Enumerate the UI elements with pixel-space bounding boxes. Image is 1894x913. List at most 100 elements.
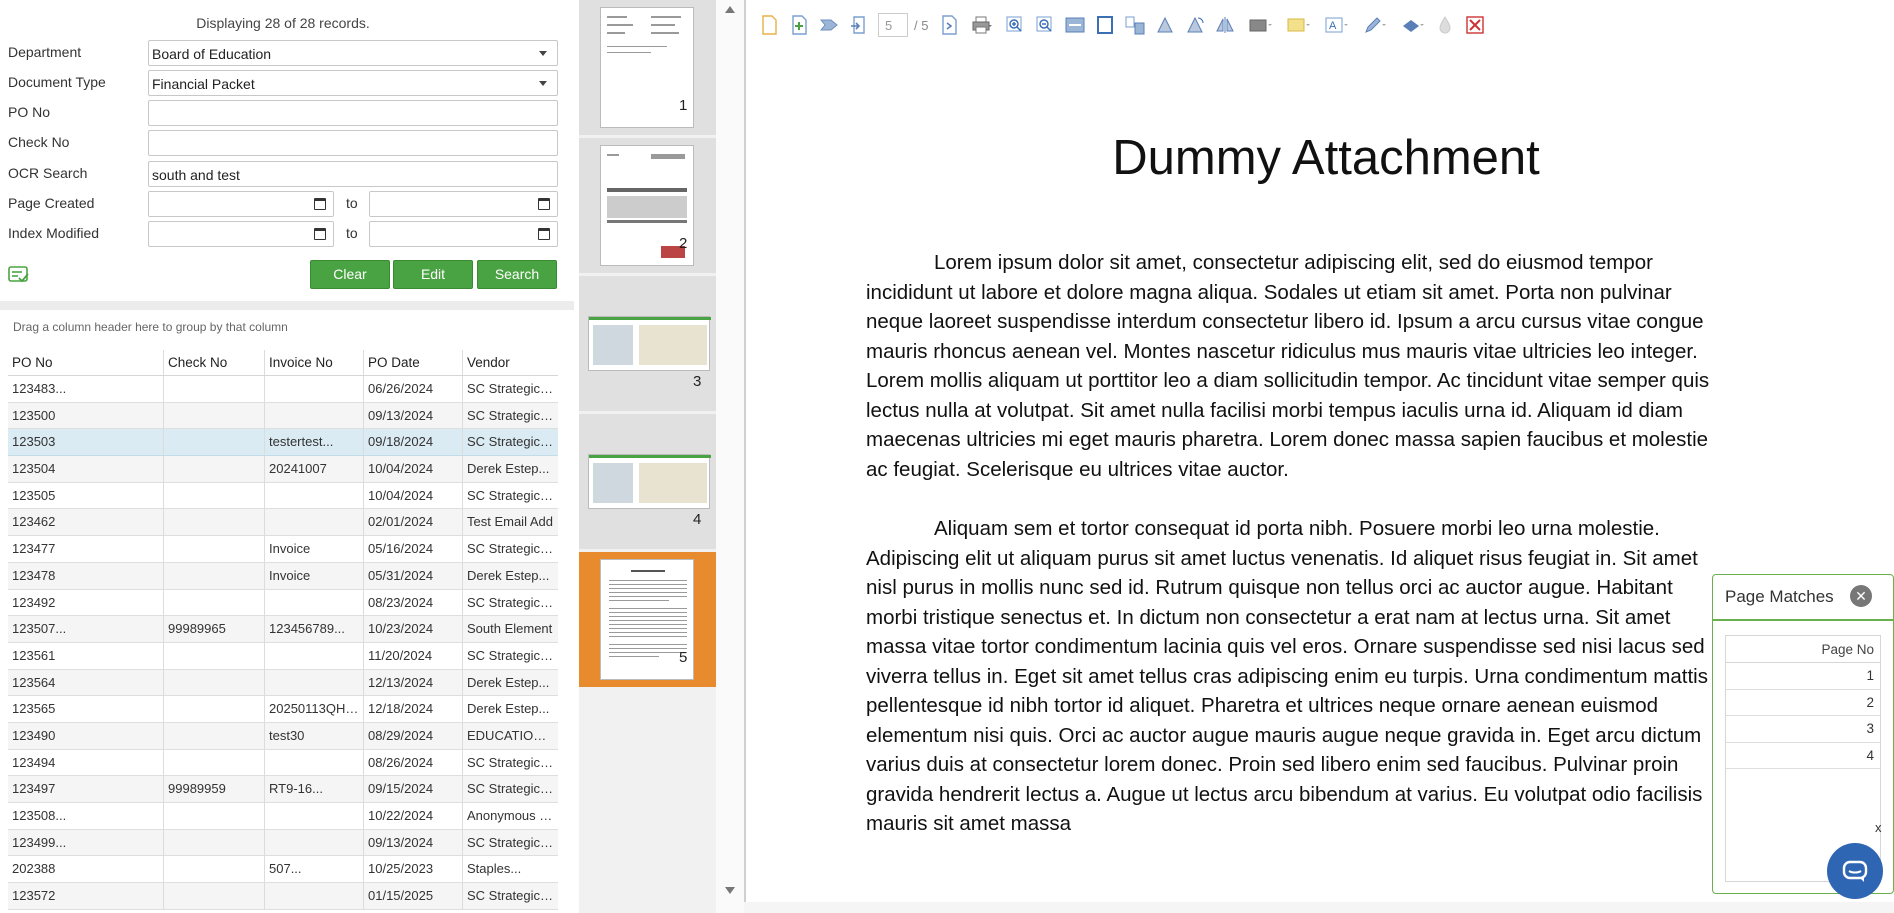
app-window: Displaying 28 of 28 records. Department …: [0, 0, 1894, 913]
thumbnail-page-3[interactable]: 3: [579, 276, 716, 411]
stamp-icon[interactable]: [1396, 14, 1426, 36]
table-row[interactable]: 123508... 10/22/2024 Anonymous Re: [8, 803, 558, 830]
viewer-horizontal-scrollbar[interactable]: [744, 902, 1894, 913]
thumbnail-page-2[interactable]: 2: [579, 138, 716, 273]
table-row[interactable]: 123478 Invoice 05/31/2024 Derek Estep...: [8, 562, 558, 590]
table-row[interactable]: 123504 20241007 10/04/2024 Derek Estep...: [8, 456, 558, 483]
close-icon[interactable]: ✕: [1850, 585, 1872, 607]
vendor-cell: SC Strategic Sc: [467, 754, 558, 770]
delete-page-icon[interactable]: [1464, 14, 1486, 36]
search-button[interactable]: Search: [477, 260, 557, 289]
po-date-cell: 10/04/2024: [364, 456, 463, 482]
new-page-icon[interactable]: [758, 14, 780, 36]
sticky-note-icon[interactable]: [1282, 14, 1312, 36]
column-header-invoice-no[interactable]: Invoice No: [265, 350, 364, 375]
check-no-input[interactable]: [148, 130, 558, 156]
table-row[interactable]: 123477 Invoice 05/16/2024 SC Strategic Sc: [8, 536, 558, 563]
po-date-cell: 08/26/2024: [364, 749, 463, 776]
page-created-from-input[interactable]: [148, 191, 334, 217]
thumbnail-page-5[interactable]: 5: [579, 552, 716, 687]
po-no-cell: 123504: [8, 456, 164, 482]
column-header-po-date[interactable]: PO Date: [364, 350, 463, 375]
table-row[interactable]: 123503 testertest... 09/18/2024 SC Strategi…: [8, 429, 558, 457]
zoom-in-icon[interactable]: [1004, 14, 1026, 36]
text-annotation-icon[interactable]: A: [1320, 14, 1350, 36]
zoom-out-icon[interactable]: [1034, 14, 1056, 36]
column-header-check-no[interactable]: Check No: [164, 350, 265, 375]
thumbnail-scrollbar[interactable]: [716, 0, 744, 913]
divider: [1713, 619, 1894, 621]
close-x[interactable]: x: [1875, 820, 1882, 835]
table-row[interactable]: 123483... 06/26/2024 SC Strategic Sc: [8, 376, 558, 403]
calendar-icon[interactable]: [314, 198, 326, 210]
table-row[interactable]: 123561 11/20/2024 SC Strategic Sc: [8, 642, 558, 670]
po-no-label: PO No: [8, 104, 51, 120]
table-row[interactable]: 123507... 99989965 123456789... 10/23/2024 S…: [8, 616, 558, 643]
fit-width-icon[interactable]: [1064, 14, 1086, 36]
thumbnail-page-4[interactable]: 4: [579, 414, 716, 549]
table-row[interactable]: 123462 02/01/2024 Test Email Add: [8, 509, 558, 537]
table-row[interactable]: 123492 08/23/2024 SC Strategic Sc: [8, 589, 558, 617]
print-icon[interactable]: [968, 14, 996, 36]
table-row[interactable]: 123565 20250113QH2... 12/18/2024 Derek Este…: [8, 696, 558, 723]
rotate-right-icon[interactable]: [1184, 14, 1206, 36]
table-row[interactable]: 123572 01/15/2025 SC Strategic Sc: [8, 883, 558, 910]
calendar-icon[interactable]: [538, 228, 550, 240]
rotate-left-icon[interactable]: [1154, 14, 1176, 36]
page-match-row[interactable]: 4: [1726, 743, 1880, 769]
column-header-po-no[interactable]: PO No: [8, 350, 164, 375]
next-page-icon[interactable]: [938, 14, 960, 36]
page-match-row[interactable]: 2: [1726, 690, 1880, 716]
index-modified-from-input[interactable]: [148, 221, 334, 247]
edit-button[interactable]: Edit: [393, 260, 473, 289]
table-row[interactable]: 123490 test30 08/29/2024 EDUCATIONAL: [8, 722, 558, 750]
saved-search-icon[interactable]: [8, 265, 30, 285]
table-row[interactable]: 123497 99989959 RT9-16... 09/15/2024 SC Stra…: [8, 776, 558, 803]
scroll-up-icon[interactable]: [725, 6, 735, 13]
scroll-down-icon[interactable]: [725, 887, 735, 894]
calendar-icon[interactable]: [314, 228, 326, 240]
invoice-no-cell: RT9-16...: [265, 776, 364, 802]
table-row[interactable]: 123564 12/13/2024 Derek Estep...: [8, 669, 558, 697]
po-date-cell: 09/15/2024: [364, 776, 463, 802]
page-created-to-input[interactable]: [369, 191, 558, 217]
po-date-cell: 12/18/2024: [364, 696, 463, 722]
fit-page-icon[interactable]: [1094, 14, 1116, 36]
document-type-select[interactable]: Financial Packet: [148, 70, 558, 96]
department-select[interactable]: Board of Education: [148, 40, 558, 66]
page-number-input[interactable]: 5: [878, 13, 908, 37]
clear-button[interactable]: Clear: [310, 260, 390, 289]
document-type-row: Document Type Financial Packet: [8, 70, 558, 96]
flip-icon[interactable]: [1214, 14, 1236, 36]
import-page-icon[interactable]: [848, 14, 870, 36]
chat-button[interactable]: [1827, 843, 1883, 899]
page-match-row[interactable]: 3: [1726, 716, 1880, 743]
check-no-row: Check No: [8, 130, 558, 156]
table-row[interactable]: 123500 09/13/2024 SC Strategic Sc: [8, 402, 558, 430]
redact-icon[interactable]: [1244, 14, 1274, 36]
thumbnail-page-1[interactable]: 1: [579, 0, 716, 135]
document-paragraph: Lorem ipsum dolor sit amet, consectetur …: [866, 251, 1710, 481]
highlight-icon[interactable]: [1434, 14, 1456, 36]
column-header-page-no[interactable]: Page No: [1726, 636, 1880, 663]
po-no-input[interactable]: [148, 100, 558, 126]
add-page-icon[interactable]: [788, 14, 810, 36]
page-match-row[interactable]: 1: [1726, 663, 1880, 690]
index-modified-to-input[interactable]: [369, 221, 558, 247]
table-row[interactable]: 123499... 09/13/2024 SC Strategic Sc: [8, 829, 558, 857]
table-row[interactable]: 202388 507... 10/25/2023 Staples...: [8, 856, 558, 884]
calendar-icon[interactable]: [538, 198, 550, 210]
po-date-cell: 10/04/2024: [364, 482, 463, 509]
table-row[interactable]: 123505 10/04/2024 SC Strategic Sc: [8, 482, 558, 510]
table-row[interactable]: 123494 08/26/2024 SC Strategic Sc: [8, 749, 558, 777]
vendor-cell: Derek Estep...: [467, 461, 550, 477]
pen-icon[interactable]: [1358, 14, 1388, 36]
check-no-cell: [164, 856, 265, 883]
thumbnails-icon[interactable]: [1124, 14, 1146, 36]
viewer-toolbar: 5 / 5 A: [758, 10, 1494, 40]
invoice-no-cell: [265, 749, 364, 776]
ocr-search-input[interactable]: south and test: [148, 161, 558, 187]
column-header-vendor[interactable]: Vendor: [463, 350, 558, 375]
move-page-icon[interactable]: [818, 14, 840, 36]
invoice-no-cell: 20250113QH2...: [265, 696, 364, 722]
